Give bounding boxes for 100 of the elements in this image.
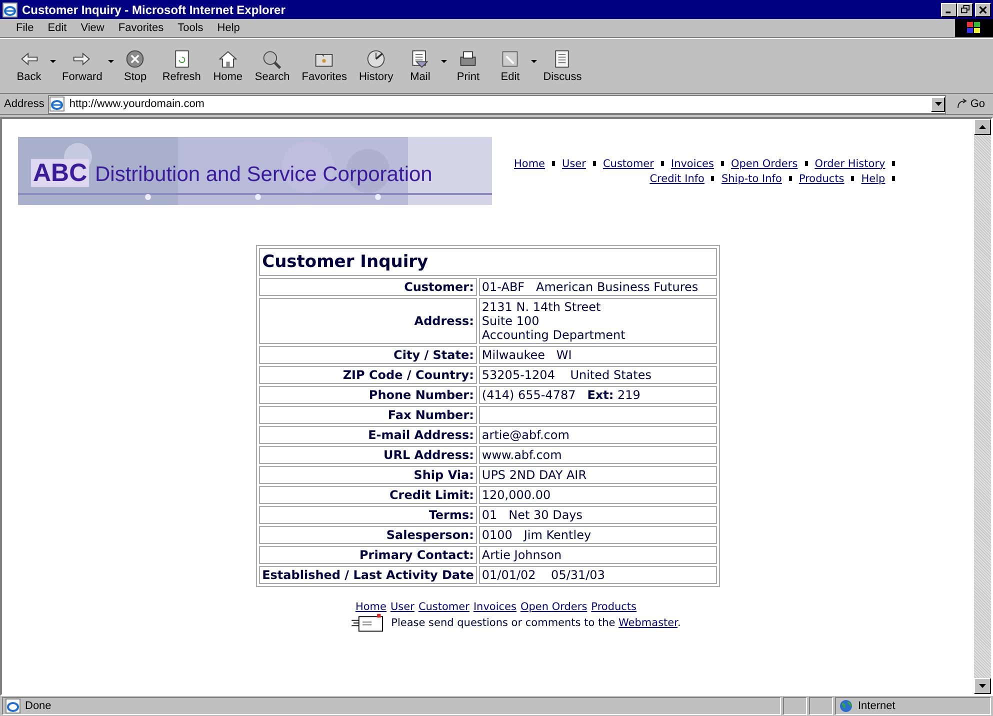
toolbar-button[interactable]: Back <box>8 47 50 85</box>
nav-link[interactable]: Products <box>798 172 844 184</box>
toolbar-button[interactable]: Mail <box>399 47 442 85</box>
clock-icon <box>365 49 388 69</box>
dropdown-arrow-icon[interactable] <box>108 60 114 62</box>
field-value: 01 Net 30 Days <box>478 506 717 524</box>
nav-link[interactable]: Help <box>861 172 886 184</box>
globe-icon <box>838 698 854 714</box>
nav-link[interactable]: Invoices <box>670 158 714 170</box>
browser-icon <box>2 2 18 18</box>
go-arrow-icon <box>956 98 968 110</box>
webmaster-link[interactable]: Webmaster <box>618 617 678 629</box>
nav-link[interactable]: Customer <box>602 158 654 170</box>
field-value: UPS 2ND DAY AIR <box>478 466 717 484</box>
field-value: Milwaukee WI <box>478 346 717 364</box>
status-text: Done <box>25 700 52 712</box>
home-icon <box>216 49 239 69</box>
scroll-down-icon[interactable] <box>979 684 986 688</box>
field-label: ZIP Code / Country: <box>259 366 477 384</box>
toolbar-button[interactable]: Print <box>447 47 490 85</box>
bullet-icon <box>851 176 854 181</box>
contact-sentence: Please send questions or comments to the Webmaster. <box>391 617 681 629</box>
bullet-icon <box>720 161 724 166</box>
bullet-icon <box>892 161 896 166</box>
field-value: 01/01/02 05/31/03 <box>478 566 717 584</box>
menu-item[interactable]: Edit <box>42 22 73 34</box>
toolbar-button[interactable]: Home <box>206 47 249 85</box>
dropdown-arrow-icon[interactable] <box>50 60 56 62</box>
scroll-up-icon[interactable] <box>979 125 986 129</box>
bullet-icon <box>804 161 808 166</box>
menu-item[interactable]: File <box>10 22 40 34</box>
field-value: 2131 N. 14th Street Suite 100 Accounting Department <box>478 298 717 344</box>
field-label: Fax Number: <box>259 406 477 424</box>
toolbar-button[interactable]: Search <box>248 47 296 85</box>
address-field[interactable]: http://www.yourdomain.com <box>48 94 946 114</box>
field-value: 0100 Jim Kentley <box>478 526 717 544</box>
dropdown-arrow-icon <box>934 102 942 106</box>
go-button[interactable]: Go <box>950 98 991 110</box>
field-value: 01-ABF American Business Futures <box>478 278 717 296</box>
nav-link[interactable]: Order History <box>814 158 886 170</box>
toolbar-button[interactable]: Forward <box>56 47 108 85</box>
field-label: Phone Number: <box>259 386 477 404</box>
menu-item[interactable]: Favorites <box>112 22 170 34</box>
field-label: Ship Via: <box>259 466 477 484</box>
page-icon <box>49 96 66 112</box>
table-title: Customer Inquiry <box>259 248 717 276</box>
footer-link[interactable]: Open Orders <box>520 601 588 613</box>
field-label: Established / Last Activity Date <box>259 566 477 584</box>
field-value: Artie Johnson <box>478 546 717 564</box>
restore-icon <box>960 5 970 14</box>
nav-link[interactable]: Ship-to Info <box>721 172 782 184</box>
field-value: www.abf.com <box>478 446 717 464</box>
company-logo-text: ABC Distribution and Service Corporation <box>31 159 432 188</box>
field-label: Primary Contact: <box>259 546 477 564</box>
bullet-icon <box>660 161 664 166</box>
close-button[interactable] <box>975 2 991 16</box>
field-label: Address: <box>259 298 477 344</box>
footer-link[interactable]: Home <box>355 601 386 613</box>
field-label: City / State: <box>259 346 477 364</box>
menu-item[interactable]: View <box>74 22 110 34</box>
bullet-icon <box>552 161 556 166</box>
footer-link[interactable]: User <box>390 601 414 613</box>
restore-button[interactable] <box>957 2 973 16</box>
toolbar-button[interactable]: Favorites <box>296 47 353 85</box>
field-value: (414) 655-4787 Ext: 219 <box>478 386 717 404</box>
field-label: E-mail Address: <box>259 426 477 444</box>
nav-link[interactable]: Open Orders <box>730 158 798 170</box>
field-label: Credit Limit: <box>259 486 477 504</box>
nav-link[interactable]: Credit Info <box>650 172 704 184</box>
toolbar-button[interactable]: History <box>352 47 400 85</box>
bullet-icon <box>592 161 596 166</box>
bullet-icon <box>892 176 896 181</box>
footer-link[interactable]: Invoices <box>473 601 516 613</box>
close-icon <box>979 6 987 14</box>
nav-link[interactable]: Home <box>514 158 546 170</box>
field-value: 120,000.00 <box>478 486 717 504</box>
bullet-icon <box>788 176 792 181</box>
envelope-icon <box>351 613 386 633</box>
bullet-icon <box>711 176 714 181</box>
footer-link[interactable]: Customer <box>418 601 470 613</box>
toolbar-button[interactable]: Stop <box>114 47 156 85</box>
window-title: Customer Inquiry - Microsoft Internet Explorer <box>22 2 286 16</box>
footer-link[interactable]: Products <box>591 601 637 613</box>
security-zone: Internet <box>858 700 896 712</box>
address-label: Address <box>4 98 44 110</box>
dropdown-button[interactable] <box>931 96 946 112</box>
menu-item[interactable]: Tools <box>172 22 210 34</box>
dropdown-arrow-icon[interactable] <box>441 60 448 62</box>
field-label: URL Address: <box>259 446 477 464</box>
toolbar-button[interactable]: Discuss <box>537 47 588 85</box>
vertical-scrollbar[interactable] <box>974 119 991 694</box>
menu-item[interactable]: Help <box>211 22 246 34</box>
toolbar-button[interactable]: Refresh <box>156 47 207 85</box>
stop-icon <box>124 49 146 69</box>
nav-link[interactable]: User <box>562 158 586 170</box>
field-label: Customer: <box>259 278 477 296</box>
field-label: Salesperson: <box>259 526 477 544</box>
minimize-button[interactable] <box>941 2 957 16</box>
dropdown-arrow-icon[interactable] <box>531 60 538 62</box>
toolbar-button[interactable]: Edit <box>489 47 532 85</box>
